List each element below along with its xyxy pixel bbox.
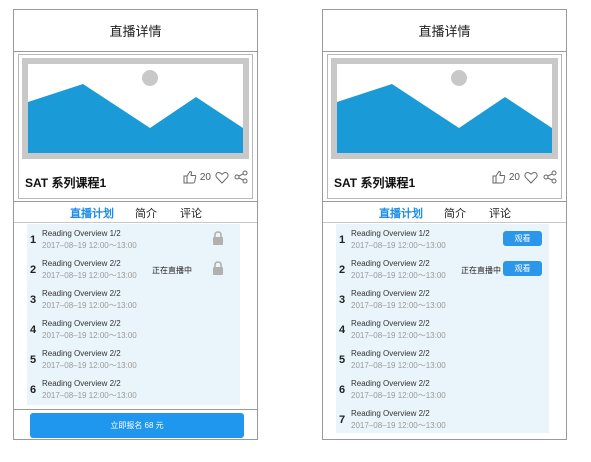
- item-time: 2017–08–19 12:00～13:00: [42, 271, 137, 280]
- live-plan-list: 1 Reading Overview 1/2 2017–08–19 12:00～…: [336, 224, 549, 433]
- tab-bar: 直播计划 简介 评论: [14, 204, 257, 222]
- item-index: 6: [30, 384, 37, 396]
- item-time: 2017–08–19 12:00～13:00: [351, 301, 446, 310]
- item-index: 5: [339, 354, 346, 366]
- item-index: 6: [339, 384, 346, 396]
- heart-icon[interactable]: [524, 171, 538, 184]
- course-title: SAT 系列课程1: [25, 176, 107, 190]
- page-title: 直播详情: [418, 24, 471, 39]
- divider: [323, 201, 566, 202]
- course-card[interactable]: SAT 系列课程1 20: [327, 54, 562, 199]
- list-item[interactable]: 3 Reading Overview 2/2 2017–08–19 12:00～…: [336, 286, 549, 316]
- course-cover: [331, 58, 558, 159]
- item-time: 2017–08–19 12:00～13:00: [351, 391, 446, 400]
- tab-comments[interactable]: 评论: [489, 205, 511, 221]
- thumbs-up-icon[interactable]: [492, 170, 506, 184]
- item-title: Reading Overview 2/2: [42, 259, 121, 268]
- list-item[interactable]: 1 Reading Overview 1/2 2017–08–19 12:00～…: [336, 226, 549, 256]
- item-index: 4: [30, 324, 37, 336]
- tab-bar: 直播计划 简介 评论: [323, 204, 566, 222]
- course-title: SAT 系列课程1: [334, 176, 416, 190]
- tab-live-plan[interactable]: 直播计划: [379, 205, 423, 221]
- item-title: Reading Overview 2/2: [42, 349, 121, 358]
- tab-live-plan[interactable]: 直播计划: [70, 205, 114, 221]
- item-title: Reading Overview 2/2: [351, 409, 430, 418]
- item-index: 4: [339, 324, 346, 336]
- item-index: 7: [339, 414, 346, 426]
- course-card[interactable]: SAT 系列课程1 20: [18, 54, 253, 199]
- item-title: Reading Overview 2/2: [42, 379, 121, 388]
- item-time: 2017–08–19 12:00～13:00: [42, 391, 137, 400]
- item-title: Reading Overview 2/2: [351, 349, 430, 358]
- item-time: 2017–08–19 12:00～13:00: [351, 241, 446, 250]
- item-index: 1: [339, 234, 346, 246]
- item-title: Reading Overview 2/2: [351, 319, 430, 328]
- divider: [323, 222, 566, 223]
- page-title: 直播详情: [109, 24, 162, 39]
- list-item[interactable]: 2 Reading Overview 2/2 2017–08–19 12:00～…: [336, 256, 549, 286]
- live-status: 正在直播中: [152, 266, 192, 275]
- watch-button[interactable]: 观看: [503, 231, 542, 246]
- watch-button[interactable]: 观看: [503, 261, 542, 276]
- item-index: 5: [30, 354, 37, 366]
- list-item[interactable]: 6 Reading Overview 2/2 2017–08–19 12:00～…: [336, 376, 549, 406]
- item-index: 3: [339, 294, 346, 306]
- item-time: 2017–08–19 12:00～13:00: [42, 361, 137, 370]
- share-icon[interactable]: [543, 170, 557, 184]
- item-time: 2017–08–19 12:00～13:00: [351, 361, 446, 370]
- list-item[interactable]: 4 Reading Overview 2/2 2017–08–19 12:00～…: [336, 316, 549, 346]
- share-icon[interactable]: [234, 170, 248, 184]
- item-index: 2: [339, 264, 346, 276]
- page-header: 直播详情: [14, 10, 257, 52]
- tab-comments[interactable]: 评论: [180, 205, 202, 221]
- list-item[interactable]: 2 Reading Overview 2/2 2017–08–19 12:00～…: [27, 256, 240, 286]
- item-time: 2017–08–19 12:00～13:00: [351, 331, 446, 340]
- lock-icon: [212, 261, 224, 280]
- enroll-button[interactable]: 立即报名 68 元: [30, 413, 244, 438]
- item-title: Reading Overview 2/2: [42, 289, 121, 298]
- item-title: Reading Overview 2/2: [351, 379, 430, 388]
- item-time: 2017–08–19 12:00～13:00: [351, 421, 446, 430]
- thumbs-up-icon[interactable]: [183, 170, 197, 184]
- divider: [14, 409, 257, 410]
- item-title: Reading Overview 2/2: [351, 289, 430, 298]
- course-cover: [22, 58, 249, 159]
- list-item[interactable]: 6 Reading Overview 2/2 2017–08–19 12:00～…: [27, 376, 240, 406]
- list-item[interactable]: 1 Reading Overview 1/2 2017–08–19 12:00～…: [27, 226, 240, 256]
- divider: [14, 201, 257, 202]
- lock-icon: [212, 231, 224, 250]
- list-item[interactable]: 4 Reading Overview 2/2 2017–08–19 12:00～…: [27, 316, 240, 346]
- live-detail-screen-enrolled: 直播详情 SAT 系列课程1 20 直播计划 简介 评论 1 Reading O…: [322, 9, 567, 440]
- course-actions: 20: [492, 170, 557, 184]
- like-count: 20: [199, 171, 211, 183]
- live-plan-list: 1 Reading Overview 1/2 2017–08–19 12:00～…: [27, 224, 240, 405]
- item-index: 1: [30, 234, 37, 246]
- item-time: 2017–08–19 12:00～13:00: [42, 301, 137, 310]
- item-title: Reading Overview 1/2: [351, 229, 430, 238]
- heart-icon[interactable]: [215, 171, 229, 184]
- item-title: Reading Overview 1/2: [42, 229, 121, 238]
- item-title: Reading Overview 2/2: [42, 319, 121, 328]
- list-item[interactable]: 5 Reading Overview 2/2 2017–08–19 12:00～…: [27, 346, 240, 376]
- tab-intro[interactable]: 简介: [444, 205, 466, 221]
- live-status: 正在直播中: [461, 266, 501, 275]
- item-index: 2: [30, 264, 37, 276]
- live-detail-screen-locked: 直播详情 SAT 系列课程1 20 直播计划 简介 评论 1 Reading O…: [13, 9, 258, 440]
- item-time: 2017–08–19 12:00～13:00: [42, 241, 137, 250]
- list-item[interactable]: 5 Reading Overview 2/2 2017–08–19 12:00～…: [336, 346, 549, 376]
- course-actions: 20: [183, 170, 248, 184]
- list-item[interactable]: 3 Reading Overview 2/2 2017–08–19 12:00～…: [27, 286, 240, 316]
- tab-intro[interactable]: 简介: [135, 205, 157, 221]
- item-time: 2017–08–19 12:00～13:00: [351, 271, 446, 280]
- divider: [14, 222, 257, 223]
- like-count: 20: [508, 171, 520, 183]
- list-item[interactable]: 7 Reading Overview 2/2 2017–08–19 12:00～…: [336, 406, 549, 436]
- item-title: Reading Overview 2/2: [351, 259, 430, 268]
- item-index: 3: [30, 294, 37, 306]
- page-header: 直播详情: [323, 10, 566, 52]
- image-placeholder-icon: [337, 64, 552, 153]
- image-placeholder-icon: [28, 64, 243, 153]
- item-time: 2017–08–19 12:00～13:00: [42, 331, 137, 340]
